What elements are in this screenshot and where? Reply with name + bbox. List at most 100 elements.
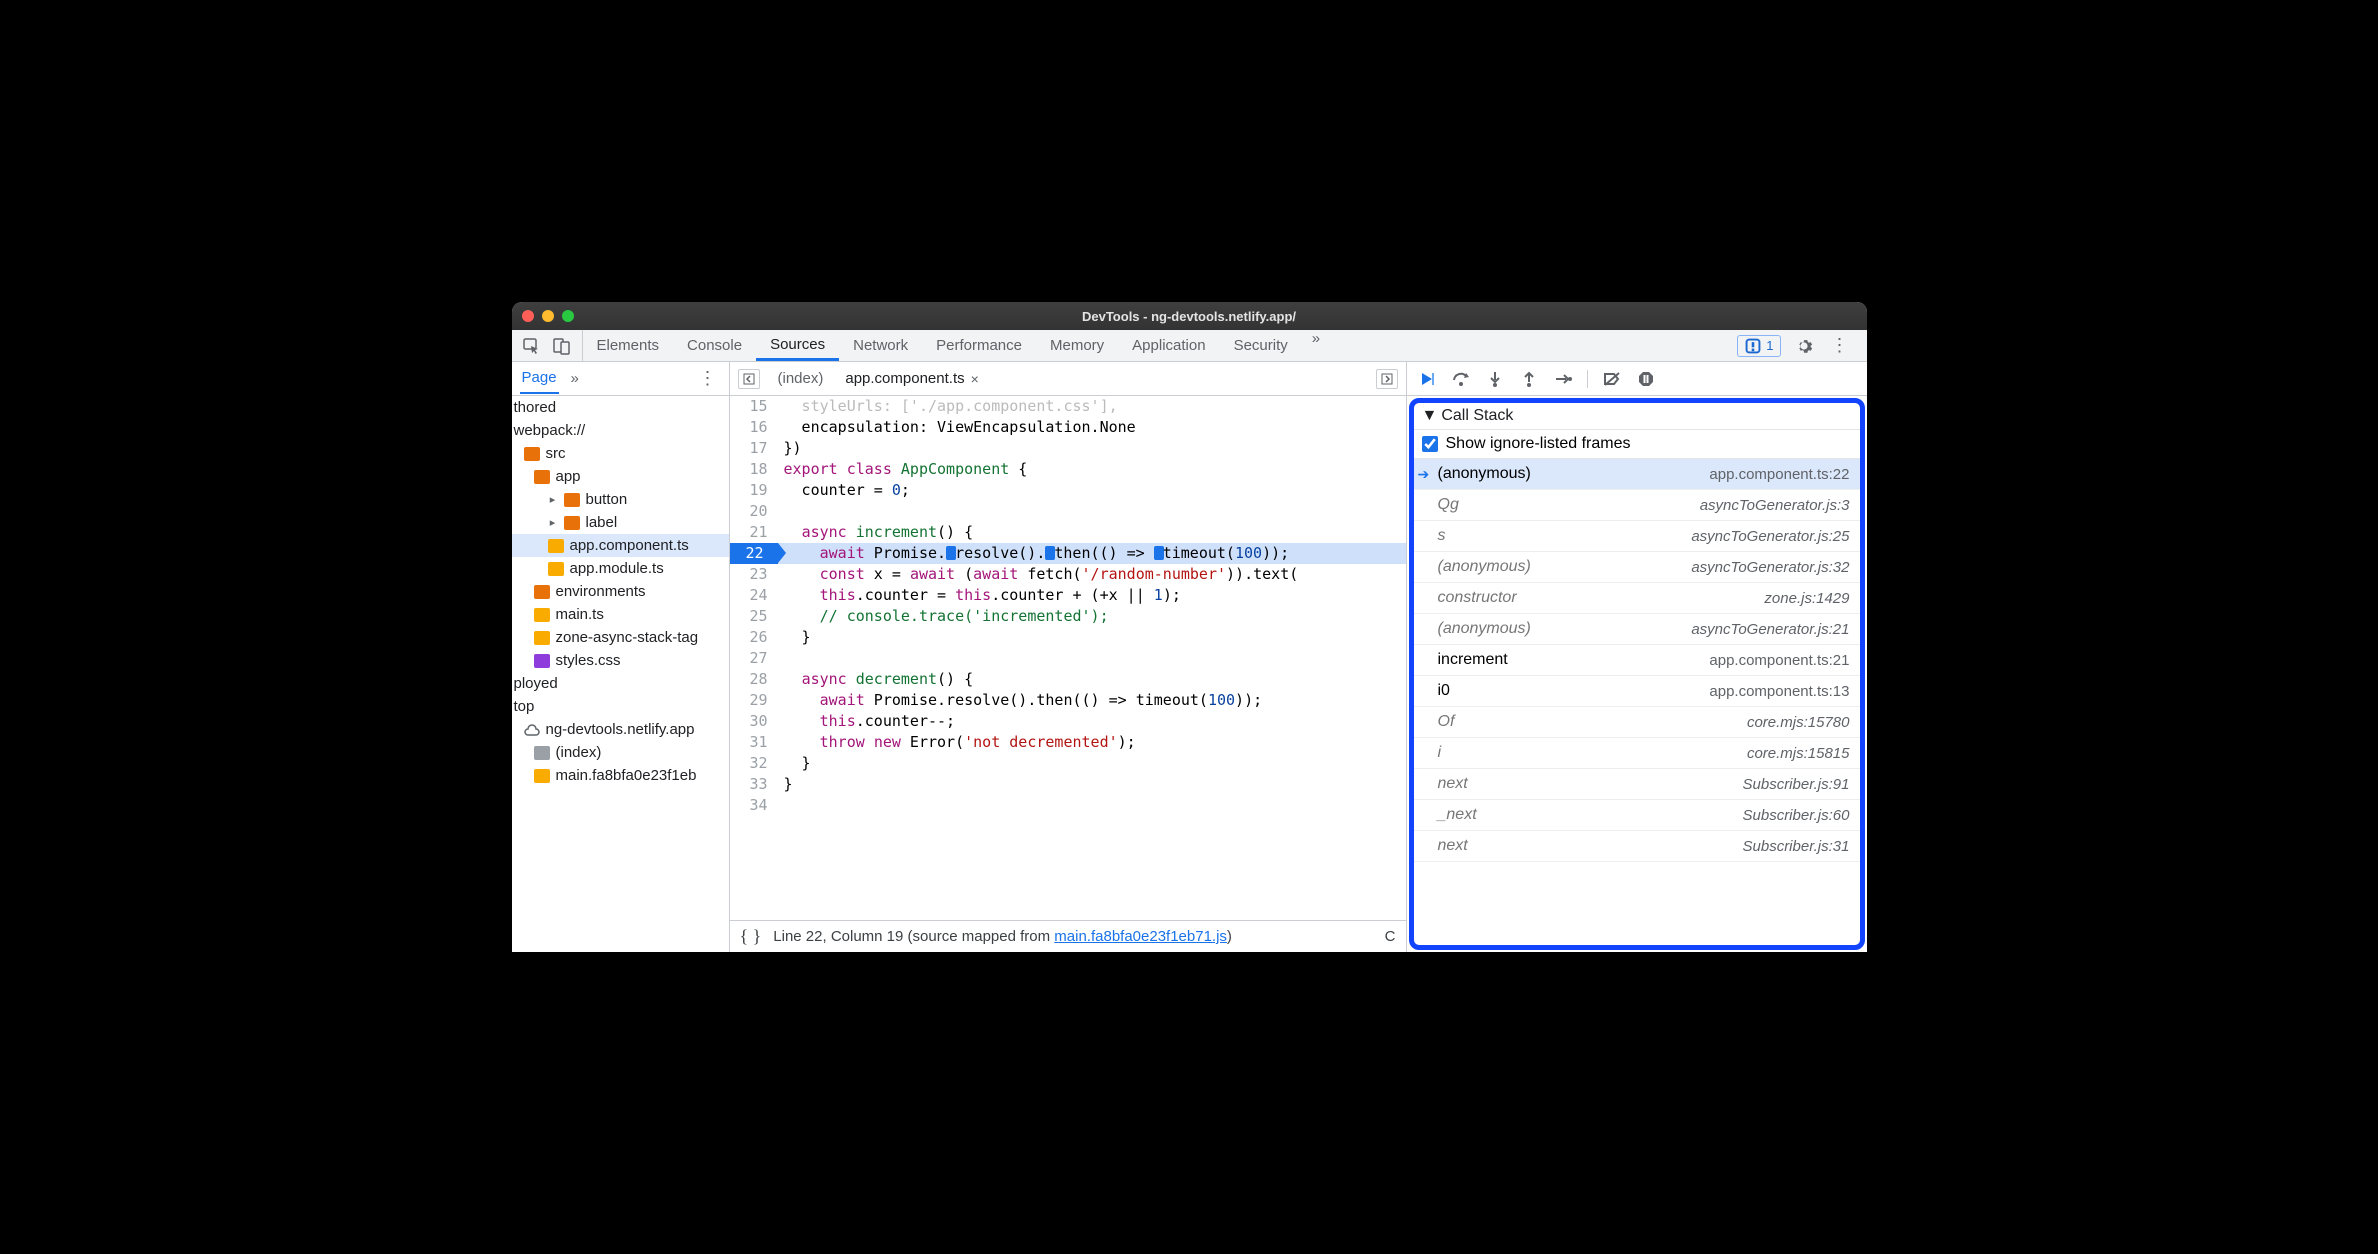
line-number[interactable]: 15 — [730, 396, 778, 417]
main-tab-security[interactable]: Security — [1220, 330, 1302, 361]
step-button[interactable] — [1553, 369, 1573, 389]
code-line[interactable]: 20 — [730, 501, 1406, 522]
call-stack-frame[interactable]: (anonymous)app.component.ts:22 — [1414, 459, 1860, 490]
main-tab-performance[interactable]: Performance — [922, 330, 1036, 361]
call-stack-frame[interactable]: Ofcore.mjs:15780 — [1414, 707, 1860, 738]
line-number[interactable]: 24 — [730, 585, 778, 606]
nav-item[interactable]: ng-devtools.netlify.app — [512, 718, 729, 741]
line-number[interactable]: 18 — [730, 459, 778, 480]
code-line[interactable]: 16 encapsulation: ViewEncapsulation.None — [730, 417, 1406, 438]
nav-item[interactable]: src — [512, 442, 729, 465]
line-number[interactable]: 30 — [730, 711, 778, 732]
nav-item[interactable]: thored — [512, 396, 729, 419]
nav-item[interactable]: main.fa8bfa0e23f1eb — [512, 764, 729, 787]
line-number[interactable]: 32 — [730, 753, 778, 774]
nav-item[interactable]: ployed — [512, 672, 729, 695]
code-line[interactable]: 24 this.counter = this.counter + (+x || … — [730, 585, 1406, 606]
expand-icon[interactable]: ▸ — [548, 516, 558, 529]
code-editor[interactable]: 15 styleUrls: ['./app.component.css'],16… — [730, 396, 1407, 952]
code-line[interactable]: 28 async decrement() { — [730, 669, 1406, 690]
zoom-window-button[interactable] — [562, 310, 574, 322]
line-number[interactable]: 23 — [730, 564, 778, 585]
navigate-back-button[interactable] — [738, 369, 760, 389]
nav-item[interactable]: environments — [512, 580, 729, 603]
nav-item[interactable]: (index) — [512, 741, 729, 764]
line-number[interactable]: 17 — [730, 438, 778, 459]
code-line[interactable]: 17}) — [730, 438, 1406, 459]
code-line[interactable]: 31 throw new Error('not decremented'); — [730, 732, 1406, 753]
call-stack-frame[interactable]: constructorzone.js:1429 — [1414, 583, 1860, 614]
code-line[interactable]: 32 } — [730, 753, 1406, 774]
line-number[interactable]: 19 — [730, 480, 778, 501]
code-line[interactable]: 18export class AppComponent { — [730, 459, 1406, 480]
call-stack-frame[interactable]: icore.mjs:15815 — [1414, 738, 1860, 769]
call-stack-header[interactable]: ▼ Call Stack — [1414, 403, 1860, 430]
main-tab-sources[interactable]: Sources — [756, 330, 839, 361]
code-line[interactable]: 23 const x = await (await fetch('/random… — [730, 564, 1406, 585]
resume-button[interactable] — [1417, 369, 1437, 389]
file-tab[interactable]: app.component.ts× — [837, 366, 986, 391]
line-number[interactable]: 16 — [730, 417, 778, 438]
call-stack-frame[interactable]: incrementapp.component.ts:21 — [1414, 645, 1860, 676]
source-map-link[interactable]: main.fa8bfa0e23f1eb71.js — [1054, 928, 1227, 945]
code-line[interactable]: 22 await Promise.resolve().then(() => ti… — [730, 543, 1406, 564]
nav-item[interactable]: main.ts — [512, 603, 729, 626]
nav-item[interactable]: ▸label — [512, 511, 729, 534]
code-line[interactable]: 15 styleUrls: ['./app.component.css'], — [730, 396, 1406, 417]
issues-badge[interactable]: 1 — [1737, 335, 1780, 357]
show-ignored-frames-checkbox[interactable] — [1422, 436, 1438, 452]
line-number[interactable]: 25 — [730, 606, 778, 627]
device-toolbar-icon[interactable] — [552, 336, 572, 356]
main-tab-elements[interactable]: Elements — [583, 330, 674, 361]
expand-icon[interactable]: ▸ — [548, 493, 558, 506]
file-navigator[interactable]: thoredwebpack://srcapp▸button▸labelapp.c… — [512, 396, 730, 952]
navigator-page-tab[interactable]: Page — [520, 363, 559, 394]
navigator-more-tabs-icon[interactable]: » — [571, 370, 579, 387]
pause-exceptions-button[interactable] — [1636, 369, 1656, 389]
call-stack-frame[interactable]: QgasyncToGenerator.js:3 — [1414, 490, 1860, 521]
code-line[interactable]: 27 — [730, 648, 1406, 669]
inspect-element-icon[interactable] — [522, 336, 542, 356]
disclosure-triangle-icon[interactable]: ▼ — [1422, 407, 1438, 425]
settings-icon[interactable] — [1795, 337, 1813, 355]
main-tab-memory[interactable]: Memory — [1036, 330, 1118, 361]
nav-item[interactable]: top — [512, 695, 729, 718]
call-stack-frame[interactable]: sasyncToGenerator.js:25 — [1414, 521, 1860, 552]
main-tab-application[interactable]: Application — [1118, 330, 1219, 361]
call-stack-frame[interactable]: nextSubscriber.js:91 — [1414, 769, 1860, 800]
main-tab-console[interactable]: Console — [673, 330, 756, 361]
call-stack-frame[interactable]: _nextSubscriber.js:60 — [1414, 800, 1860, 831]
line-number[interactable]: 27 — [730, 648, 778, 669]
nav-item[interactable]: styles.css — [512, 649, 729, 672]
file-tab[interactable]: (index) — [770, 366, 832, 391]
code-line[interactable]: 34 — [730, 795, 1406, 816]
line-number[interactable]: 22 — [730, 543, 778, 564]
more-options-icon[interactable]: ⋮ — [1827, 335, 1853, 356]
nav-item[interactable]: app — [512, 465, 729, 488]
pretty-print-icon[interactable]: { } — [740, 926, 762, 947]
navigator-menu-icon[interactable]: ⋮ — [695, 368, 721, 389]
more-tabs-icon[interactable]: » — [1302, 330, 1330, 361]
code-line[interactable]: 33} — [730, 774, 1406, 795]
nav-item[interactable]: ▸button — [512, 488, 729, 511]
close-icon[interactable]: × — [971, 371, 979, 387]
code-line[interactable]: 26 } — [730, 627, 1406, 648]
line-number[interactable]: 21 — [730, 522, 778, 543]
line-number[interactable]: 34 — [730, 795, 778, 816]
line-number[interactable]: 28 — [730, 669, 778, 690]
step-into-button[interactable] — [1485, 369, 1505, 389]
call-stack-frame[interactable]: (anonymous)asyncToGenerator.js:32 — [1414, 552, 1860, 583]
line-number[interactable]: 26 — [730, 627, 778, 648]
code-line[interactable]: 25 // console.trace('incremented'); — [730, 606, 1406, 627]
minimize-window-button[interactable] — [542, 310, 554, 322]
navigate-forward-button[interactable] — [1376, 369, 1398, 389]
line-number[interactable]: 33 — [730, 774, 778, 795]
call-stack-frame[interactable]: (anonymous)asyncToGenerator.js:21 — [1414, 614, 1860, 645]
close-window-button[interactable] — [522, 310, 534, 322]
code-line[interactable]: 29 await Promise.resolve().then(() => ti… — [730, 690, 1406, 711]
nav-item[interactable]: app.component.ts — [512, 534, 729, 557]
line-number[interactable]: 31 — [730, 732, 778, 753]
main-tab-network[interactable]: Network — [839, 330, 922, 361]
line-number[interactable]: 29 — [730, 690, 778, 711]
nav-item[interactable]: app.module.ts — [512, 557, 729, 580]
